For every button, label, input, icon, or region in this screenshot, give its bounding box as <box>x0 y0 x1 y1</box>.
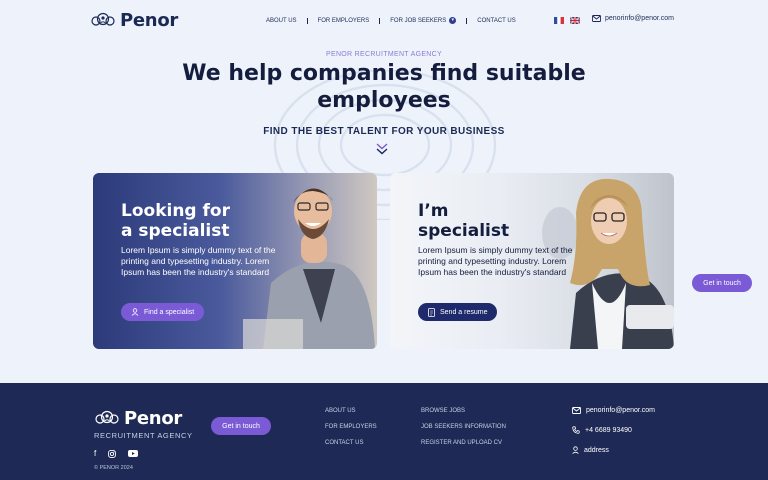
footer-tagline: RECRUITMENT AGENCY <box>94 431 193 440</box>
user-icon <box>131 308 139 316</box>
double-chevron-down-icon[interactable] <box>375 142 389 156</box>
footer-phone: +4 6689 93490 <box>585 426 632 434</box>
footer-address-link[interactable]: address <box>572 446 655 454</box>
nav-for-job-seekers[interactable]: FOR JOB SEEKERS ▾ <box>390 17 457 24</box>
footer-link-job-seekers-information[interactable]: JOB SEEKERS INFORMATION <box>421 424 506 430</box>
send-resume-label: Send a resume <box>440 308 488 316</box>
brand-name: Penor <box>120 10 178 31</box>
employer-card-title-line1: Looking for <box>121 201 230 221</box>
footer-brand-name: Penor <box>124 408 182 429</box>
site-footer: Penor RECRUITMENT AGENCY f © PENOR 2024 … <box>0 383 768 480</box>
employer-card-title: Looking for a specialist <box>121 201 230 241</box>
specialist-card: I’m specialist Lorem Ipsum is simply dum… <box>390 173 674 349</box>
fr-flag-icon[interactable] <box>554 17 564 24</box>
nav-about-us[interactable]: ABOUT US <box>266 18 297 24</box>
footer-contact: penorinfo@penor.com +4 6689 93490 addres… <box>572 407 655 454</box>
nav-divider <box>379 17 381 24</box>
uk-flag-icon[interactable] <box>570 17 580 24</box>
specialist-card-text: Lorem Ipsum is simply dummy text of the … <box>418 245 573 277</box>
footer-link-register-upload-cv[interactable]: REGISTER AND UPLOAD CV <box>421 440 506 446</box>
footer-address: address <box>584 446 609 454</box>
nav-for-job-seekers-label: FOR JOB SEEKERS <box>390 17 447 24</box>
logo-icon <box>95 410 119 424</box>
youtube-icon[interactable] <box>128 450 139 457</box>
employer-card-text: Lorem Ipsum is simply dummy text of the … <box>121 245 276 277</box>
chevron-down-icon: ▾ <box>449 17 457 24</box>
nav-for-employers[interactable]: FOR EMPLOYERS <box>318 18 370 24</box>
nav-divider <box>466 17 468 24</box>
employer-card: Looking for a specialist Lorem Ipsum is … <box>93 173 377 349</box>
specialist-card-title-line1: I’m <box>418 201 449 221</box>
social-links: f <box>94 449 139 458</box>
footer-link-contact-us[interactable]: CONTACT US <box>325 440 377 446</box>
footer-link-for-employers[interactable]: FOR EMPLOYERS <box>325 424 377 430</box>
footer-email: penorinfo@penor.com <box>586 407 655 414</box>
find-specialist-label: Find a specialist <box>144 308 195 316</box>
document-icon <box>428 307 435 317</box>
employer-card-title-line2: a specialist <box>121 221 230 241</box>
footer-links-jobs: BROWSE JOBS JOB SEEKERS INFORMATION REGI… <box>421 408 506 446</box>
facebook-icon[interactable]: f <box>94 449 96 458</box>
footer-logo[interactable]: Penor <box>94 408 182 429</box>
location-pin-icon <box>572 446 579 454</box>
footer-get-in-touch-button[interactable]: Get in touch <box>211 417 271 435</box>
phone-icon <box>572 426 580 434</box>
brand-logo[interactable]: Penor <box>90 10 178 31</box>
language-switcher <box>554 17 580 24</box>
copyright: © PENOR 2024 <box>94 465 133 471</box>
nav-divider <box>306 17 308 24</box>
footer-link-about-us[interactable]: ABOUT US <box>325 408 377 414</box>
send-resume-button[interactable]: Send a resume <box>418 303 498 321</box>
mail-icon <box>592 15 601 22</box>
find-specialist-button[interactable]: Find a specialist <box>121 303 205 321</box>
logo-icon <box>91 12 115 26</box>
specialist-card-title: I’m specialist <box>418 201 509 241</box>
footer-links-company: ABOUT US FOR EMPLOYERS CONTACT US <box>325 408 377 446</box>
nav-contact-us[interactable]: CONTACT US <box>477 18 515 24</box>
footer-link-browse-jobs[interactable]: BROWSE JOBS <box>421 408 506 414</box>
header-email-link[interactable]: penorinfo@penor.com <box>592 15 674 22</box>
mail-icon <box>572 407 581 414</box>
site-header: Penor ABOUT US FOR EMPLOYERS FOR JOB SEE… <box>0 0 768 40</box>
header-email: penorinfo@penor.com <box>605 15 674 22</box>
footer-email-link[interactable]: penorinfo@penor.com <box>572 407 655 414</box>
hero-title: We help companies find suitable employee… <box>182 61 586 113</box>
hero-eyebrow: PENOR RECRUITMENT AGENCY <box>326 51 442 58</box>
floating-get-in-touch-button[interactable]: Get in touch <box>692 274 752 292</box>
main-nav: ABOUT US FOR EMPLOYERS FOR JOB SEEKERS ▾… <box>266 17 516 24</box>
instagram-icon[interactable] <box>108 449 117 458</box>
specialist-card-title-line2: specialist <box>418 221 510 241</box>
hero-subtitle: FIND THE BEST TALENT FOR YOUR BUSINESS <box>263 126 505 137</box>
footer-phone-link[interactable]: +4 6689 93490 <box>572 426 655 434</box>
